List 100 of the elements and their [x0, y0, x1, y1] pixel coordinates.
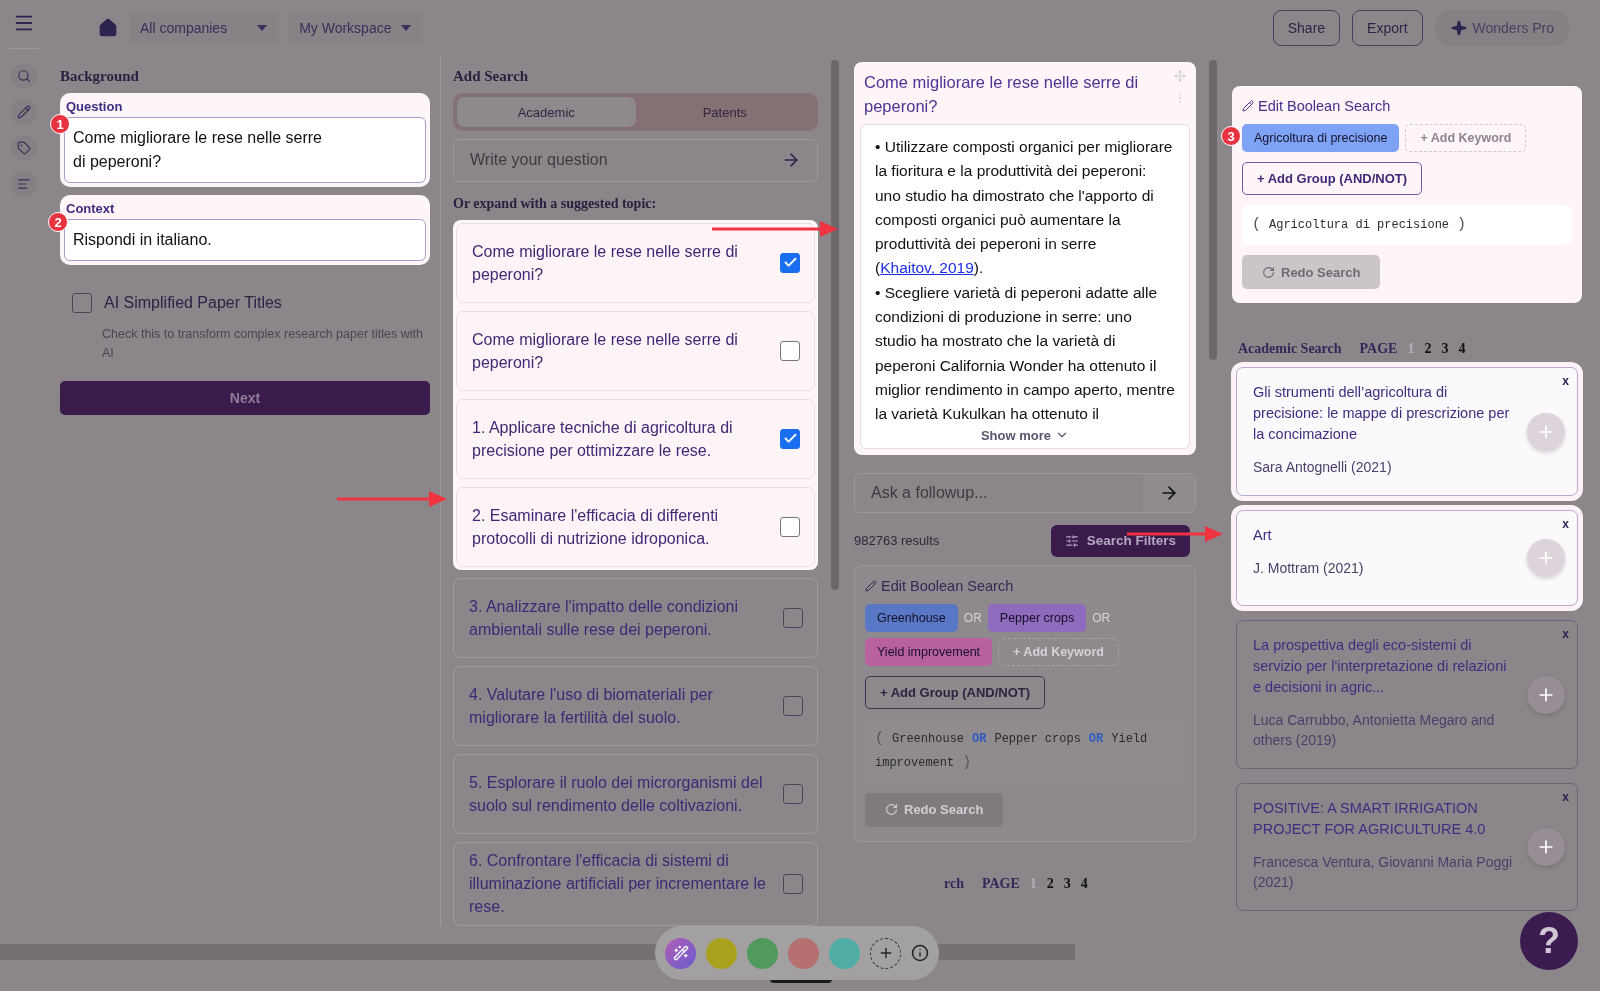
- color-swatch[interactable]: [788, 937, 819, 969]
- sliders-icon: [1064, 533, 1079, 548]
- page-label: PAGE: [981, 875, 1020, 892]
- home-icon[interactable]: [98, 18, 118, 38]
- paper-authors: Luca Carrubbo, Antonietta Megaro and others (2019): [1253, 711, 1496, 750]
- checkbox[interactable]: [72, 293, 92, 313]
- tab[interactable]: Patents: [635, 97, 814, 127]
- topic-card[interactable]: 3. Analizzare l'impatto delle condizioni ambientali sulle rese dei peperoni.: [453, 577, 818, 658]
- close-button[interactable]: x: [1562, 374, 1569, 388]
- sparkle-icon: [1450, 20, 1467, 36]
- topic-text: Come migliorare le rese nelle serre di peperoni?: [472, 241, 739, 285]
- topic-text: 2. Esaminare l'efficacia di differenti protocolli di nutrizione idroponica.: [472, 505, 720, 549]
- paper-card[interactable]: POSITIVE: A SMART IRRIGATION PROJECT FOR AGRICULTURE 4.0 Francesca Ventura, Giovanni Maria Poggi (2021) x: [1236, 783, 1578, 911]
- page-number[interactable]: 2: [1424, 341, 1432, 357]
- move-icon[interactable]: [1174, 70, 1186, 82]
- page-number[interactable]: 4: [1458, 341, 1466, 357]
- answer-paragraph: • Utilizzare composti organici per migliorare la fioritura e la produttività dei peperoni: uno studio ha dimostrato che l'apporto di composti organici può aumentare la produttività dei peperoni in serre (Khaitov, 2019).: [875, 137, 1174, 279]
- redo-search-button[interactable]: Redo Search: [1242, 255, 1381, 289]
- send-button[interactable]: [1143, 473, 1195, 512]
- query-preview: ( Agricoltura di precisione ): [1242, 205, 1572, 245]
- color-swatch[interactable]: [829, 937, 860, 969]
- next-button[interactable]: Next: [60, 381, 430, 415]
- keyword-chip[interactable]: Agricoltura di precisione: [1242, 124, 1400, 152]
- topic-text: 5. Esplorare il ruolo dei microrganismi del suolo sul rendimento delle coltivazioni.: [469, 772, 764, 816]
- tag-icon[interactable]: [11, 135, 37, 161]
- help-button[interactable]: ?: [1520, 912, 1578, 970]
- topic-card[interactable]: 4. Valutare l'uso di biomateriali per migliorare la fertilità del suolo.: [453, 665, 818, 746]
- search-icon[interactable]: [11, 63, 37, 89]
- page-number[interactable]: 3: [1063, 875, 1071, 892]
- edit-boolean-search-title[interactable]: Edit Boolean Search: [1242, 98, 1572, 114]
- checkbox[interactable]: [783, 873, 803, 894]
- color-swatch[interactable]: [747, 937, 778, 969]
- keyword-chip[interactable]: Yield improvement: [865, 637, 993, 666]
- paper-authors: Francesca Ventura, Giovanni Maria Poggi (2021): [1253, 853, 1514, 892]
- page-number[interactable]: 4: [1080, 875, 1088, 892]
- checkbox[interactable]: [780, 340, 800, 361]
- checkbox[interactable]: [783, 783, 803, 804]
- paper-authors: J. Mottram (2021): [1253, 559, 1365, 578]
- or-connector: OR: [1092, 610, 1111, 625]
- paper-card[interactable]: La prospettiva degli eco-sistemi di servizio per l'interpretazione di relazioni e decisioni in agric... Luca Carrubbo, Antonietta Megaro and others (2019) x: [1236, 620, 1578, 769]
- answer-title: Come migliorare le rese nelle serre di peperoni?: [864, 72, 1140, 117]
- page-number[interactable]: 2: [1046, 875, 1054, 892]
- add-group-button[interactable]: + Add Group (AND/NOT): [1242, 162, 1423, 195]
- checkbox-label: AI Simplified Paper Titles: [104, 294, 282, 312]
- tab[interactable]: Academic: [457, 97, 636, 127]
- checkbox[interactable]: [780, 428, 800, 449]
- show-more-button[interactable]: Show more: [974, 426, 1076, 444]
- step-badge: 3: [1221, 126, 1241, 146]
- keyword-chip[interactable]: Greenhouse: [865, 603, 958, 632]
- caret-icon: [401, 25, 412, 31]
- pro-button[interactable]: Wonders Pro: [1434, 10, 1570, 46]
- input-field[interactable]: Come migliorare le rese nelle serre di peperoni?: [64, 117, 426, 183]
- add-button[interactable]: [1527, 412, 1565, 451]
- add-keyword-button[interactable]: + Add Keyword: [998, 637, 1119, 666]
- page-number[interactable]: 3: [1441, 341, 1449, 357]
- add-keyword-button[interactable]: + Add Keyword: [1405, 124, 1527, 152]
- topic-card[interactable]: Come migliorare le rese nelle serre di peperoni?: [456, 222, 815, 303]
- add-group-button[interactable]: + Add Group (AND/NOT): [865, 675, 1046, 709]
- close-button[interactable]: x: [1562, 627, 1569, 641]
- add-button[interactable]: [1527, 675, 1565, 714]
- topic-card[interactable]: 5. Esplorare il ruolo dei microrganismi del suolo sul rendimento delle coltivazioni.: [453, 753, 818, 834]
- topbar-button[interactable]: Share: [1272, 10, 1341, 46]
- refresh-icon: [1262, 265, 1275, 279]
- topic-card[interactable]: 2. Esaminare l'efficacia di differenti protocolli di nutrizione idroponica.: [456, 486, 815, 567]
- checkbox[interactable]: [783, 695, 803, 716]
- close-button[interactable]: x: [1562, 517, 1569, 531]
- pencil-icon: [865, 579, 877, 592]
- hint-text: Check this to transform complex research paper titles with AI: [102, 326, 424, 362]
- topic-text: 6. Confrontare l'efficacia di sistemi di illuminazione artificiali per incrementare le rese.: [469, 851, 767, 918]
- paper-title: Gli strumenti dell’agricoltura di precisione: le mappe di prescrizione per la concimazione: [1253, 383, 1511, 444]
- topic-card[interactable]: 1. Applicare tecniche di agricoltura di precisione per ottimizzare le rese.: [456, 398, 815, 479]
- topbar-button[interactable]: Export: [1352, 10, 1423, 46]
- paper-title: La prospettiva degli eco-sistemi di servizio per l'interpretazione di relazioni e decisioni in agric...: [1253, 636, 1508, 697]
- keyword-chip[interactable]: Pepper crops: [987, 603, 1087, 632]
- search-filters-button[interactable]: Search Filters: [1050, 524, 1190, 557]
- companies-dropdown[interactable]: All companies: [130, 12, 278, 44]
- scrollbar[interactable]: [1209, 60, 1217, 360]
- checkbox[interactable]: [780, 252, 800, 273]
- add-button[interactable]: [1527, 539, 1565, 577]
- workspace-dropdown[interactable]: My Workspace: [289, 12, 422, 44]
- color-swatch[interactable]: [706, 937, 737, 969]
- edit-boolean-search-title[interactable]: Edit Boolean Search: [865, 577, 1185, 594]
- question-field[interactable]: Write your question: [453, 139, 818, 182]
- pencil-icon[interactable]: [11, 99, 37, 125]
- followup-field[interactable]: Ask a followup...: [854, 472, 1196, 513]
- input-field[interactable]: Rispondi in italiano.: [64, 219, 426, 261]
- topic-card[interactable]: Come migliorare le rese nelle serre di peperoni?: [456, 310, 815, 391]
- paper-title: POSITIVE: A SMART IRRIGATION PROJECT FOR AGRICULTURE 4.0: [1253, 799, 1487, 839]
- close-button[interactable]: x: [1562, 790, 1569, 804]
- checkbox[interactable]: [783, 607, 803, 628]
- redo-search-button[interactable]: Redo Search: [865, 792, 1004, 827]
- field-label: Context: [65, 201, 116, 216]
- checkbox[interactable]: [780, 516, 800, 537]
- citation-link[interactable]: Khaitov, 2019: [880, 259, 974, 277]
- list-icon[interactable]: [11, 171, 37, 197]
- info-icon[interactable]: [911, 944, 929, 962]
- scrollbar[interactable]: [831, 60, 839, 590]
- topic-card[interactable]: 6. Confrontare l'efficacia di sistemi di illuminazione artificiali per incrementare le rese.: [453, 841, 818, 926]
- add-button[interactable]: [1527, 828, 1565, 866]
- magic-wand-button[interactable]: [665, 937, 696, 969]
